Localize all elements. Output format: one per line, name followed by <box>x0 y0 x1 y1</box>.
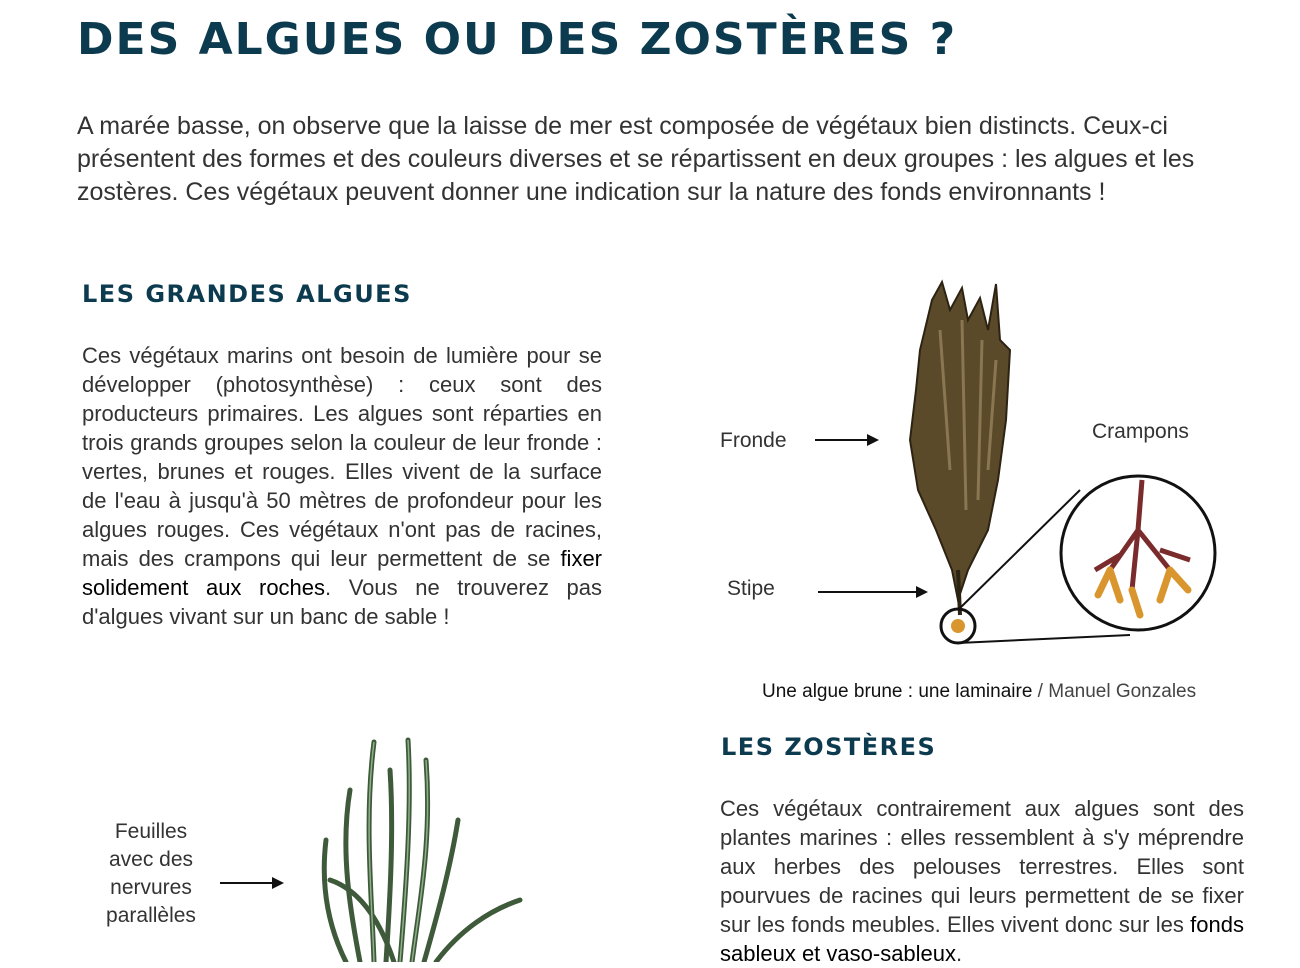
label-fronde: Fronde <box>720 429 787 452</box>
section-title-algues: LES GRANDES ALGUES <box>82 280 412 308</box>
illustration-caption: Une algue brune : une laminaire / Manuel… <box>762 681 1196 703</box>
kelp-fronde-drawing <box>908 279 1012 604</box>
section-title-zosteres: LES ZOSTÈRES <box>721 733 937 761</box>
label-feuilles: Feuilles avec des nervures parallèles <box>96 818 206 930</box>
caption-credit: / Manuel Gonzales <box>1032 681 1197 702</box>
kelp-stipe-drawing <box>939 569 977 645</box>
label-stipe: Stipe <box>727 577 775 600</box>
laminaire-illustration <box>908 279 1217 645</box>
crampons-zoom-drawing <box>957 474 1217 644</box>
seagrass-leaves-drawing <box>321 737 523 962</box>
label-feuilles-line-1: Feuilles <box>114 820 188 843</box>
label-feuilles-line-3: nervures <box>110 876 192 899</box>
zostere-illustration <box>321 737 523 962</box>
arrow-feuilles <box>220 877 284 889</box>
zosteres-text-after: . <box>956 941 963 966</box>
section-text-algues: Ces végétaux marins ont besoin de lumièr… <box>82 341 602 631</box>
label-feuilles-line-2: avec des <box>108 848 194 871</box>
zosteres-text-before: Ces végétaux contrairement aux algues so… <box>720 796 1244 937</box>
arrow-fronde <box>815 434 879 446</box>
section-text-zosteres: Ces végétaux contrairement aux algues so… <box>720 794 1244 968</box>
caption-title: Une algue brune : une laminaire <box>762 681 1033 702</box>
algues-text-before: Ces végétaux marins ont besoin de lumièr… <box>82 343 602 571</box>
label-feuilles-line-4: parallèles <box>106 904 196 927</box>
intro-paragraph: A marée basse, on observe que la laisse … <box>77 112 1195 206</box>
page-title: DES ALGUES OU DES ZOSTÈRES ? <box>77 14 958 65</box>
